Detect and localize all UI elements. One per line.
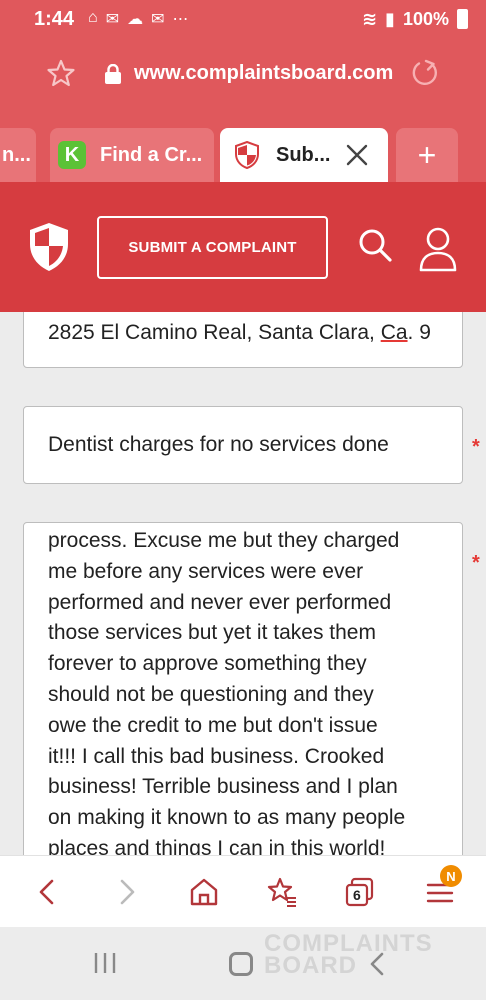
forward-arrow-icon[interactable]: [110, 876, 142, 908]
status-bar: 1:44 ⌂ ✉ ☁ ✉ ⋯ ≋ ▮ 100%: [0, 0, 486, 38]
app-notification-icon: ⌂: [88, 9, 98, 26]
address-input[interactable]: 2825 El Camino Real, Santa Clara, Ca. 9: [23, 312, 463, 368]
android-nav-bar: COMPLAINTS BOARD: [0, 927, 486, 1000]
complaint-description-textarea[interactable]: process. Excuse me but they charged me b…: [23, 522, 463, 855]
home-icon[interactable]: [188, 876, 220, 908]
reload-icon[interactable]: [410, 58, 440, 88]
description-line: on making it known to as many people: [48, 806, 406, 830]
required-marker: *: [472, 436, 480, 458]
battery-icon: [457, 9, 468, 29]
close-tab-icon[interactable]: [346, 144, 368, 166]
description-line: me before any services were ever: [48, 559, 364, 583]
user-account-icon[interactable]: [418, 226, 458, 272]
signal-icon: ▮: [385, 8, 395, 29]
battery-percent: 100%: [402, 8, 449, 29]
description-line: those services but yet it takes them: [48, 621, 376, 645]
address-value-start: 2825 El Camino Real, Santa Clara,: [48, 321, 381, 344]
address-value-state: Ca: [380, 321, 408, 344]
tab-label: n...: [2, 143, 31, 166]
tab-find-a-crime[interactable]: K Find a Cr...: [50, 128, 214, 182]
tab-label: Find a Cr...: [100, 143, 203, 166]
lock-icon: [105, 64, 121, 84]
tab-submit-complaint[interactable]: Sub...: [220, 128, 388, 182]
browser-bottom-bar: 6 N: [0, 855, 486, 927]
submit-complaint-button[interactable]: SUBMIT A COMPLAINT: [97, 216, 328, 279]
url-text[interactable]: www.complaintsboard.com: [134, 62, 393, 85]
notification-icons: ⌂ ✉ ☁ ✉ ⋯: [88, 9, 188, 29]
description-line: owe the credit to me but don't issue: [48, 713, 378, 737]
menu-notification-badge: N: [440, 865, 462, 887]
complaint-title-input[interactable]: Dentist charges for no services done: [23, 406, 463, 484]
complaintsboard-logo-icon[interactable]: [28, 222, 70, 272]
complaintsboard-watermark: COMPLAINTS BOARD: [224, 932, 433, 979]
description-line: it!!! I call this bad business. Crooked: [48, 744, 385, 768]
tab-partial[interactable]: n...: [0, 128, 36, 182]
description-line: process. Excuse me but they charged: [48, 529, 400, 552]
complaint-form: 2825 El Camino Real, Santa Clara, Ca. 9 …: [0, 312, 486, 855]
description-line: forever to approve something they: [48, 652, 367, 676]
bookmark-star-icon[interactable]: [46, 58, 76, 88]
shield-favicon-icon: [235, 141, 259, 169]
url-bar: www.complaintsboard.com: [0, 38, 486, 110]
wifi-icon: ≋: [361, 8, 378, 29]
more-notifications-icon: ⋯: [172, 11, 189, 28]
android-back-icon[interactable]: [366, 951, 388, 977]
description-line: business! Terrible business and I plan: [48, 775, 398, 799]
k-favicon-icon: K: [58, 141, 86, 169]
watermark-line2: BOARD: [264, 952, 357, 979]
gmail-notification-icon: ✉: [151, 11, 165, 28]
search-icon[interactable]: [358, 228, 392, 262]
tab-label: Sub...: [276, 143, 331, 166]
required-marker: *: [472, 552, 480, 574]
new-tab-button[interactable]: +: [396, 128, 458, 182]
address-value-end: . 9: [407, 321, 431, 344]
mail-notification-icon: ✉: [105, 11, 120, 28]
site-header: SUBMIT A COMPLAINT: [0, 182, 486, 312]
tab-count-label: 6: [353, 887, 361, 903]
description-line: performed and never ever performed: [48, 590, 392, 614]
status-time: 1:44: [34, 7, 75, 30]
description-line: places and things I can in this world!: [48, 836, 386, 855]
complaint-title-value: Dentist charges for no services done: [48, 433, 389, 456]
cloud-notification-icon: ☁: [127, 11, 144, 28]
bookmarks-icon[interactable]: [266, 876, 298, 908]
back-arrow-icon[interactable]: [32, 876, 64, 908]
description-line: should not be questioning and they: [48, 682, 374, 706]
tab-strip: n... K Find a Cr... Sub... +: [0, 110, 486, 182]
recent-apps-icon[interactable]: [93, 951, 117, 975]
tabs-button[interactable]: 6: [345, 876, 375, 908]
android-home-button[interactable]: [229, 952, 253, 976]
